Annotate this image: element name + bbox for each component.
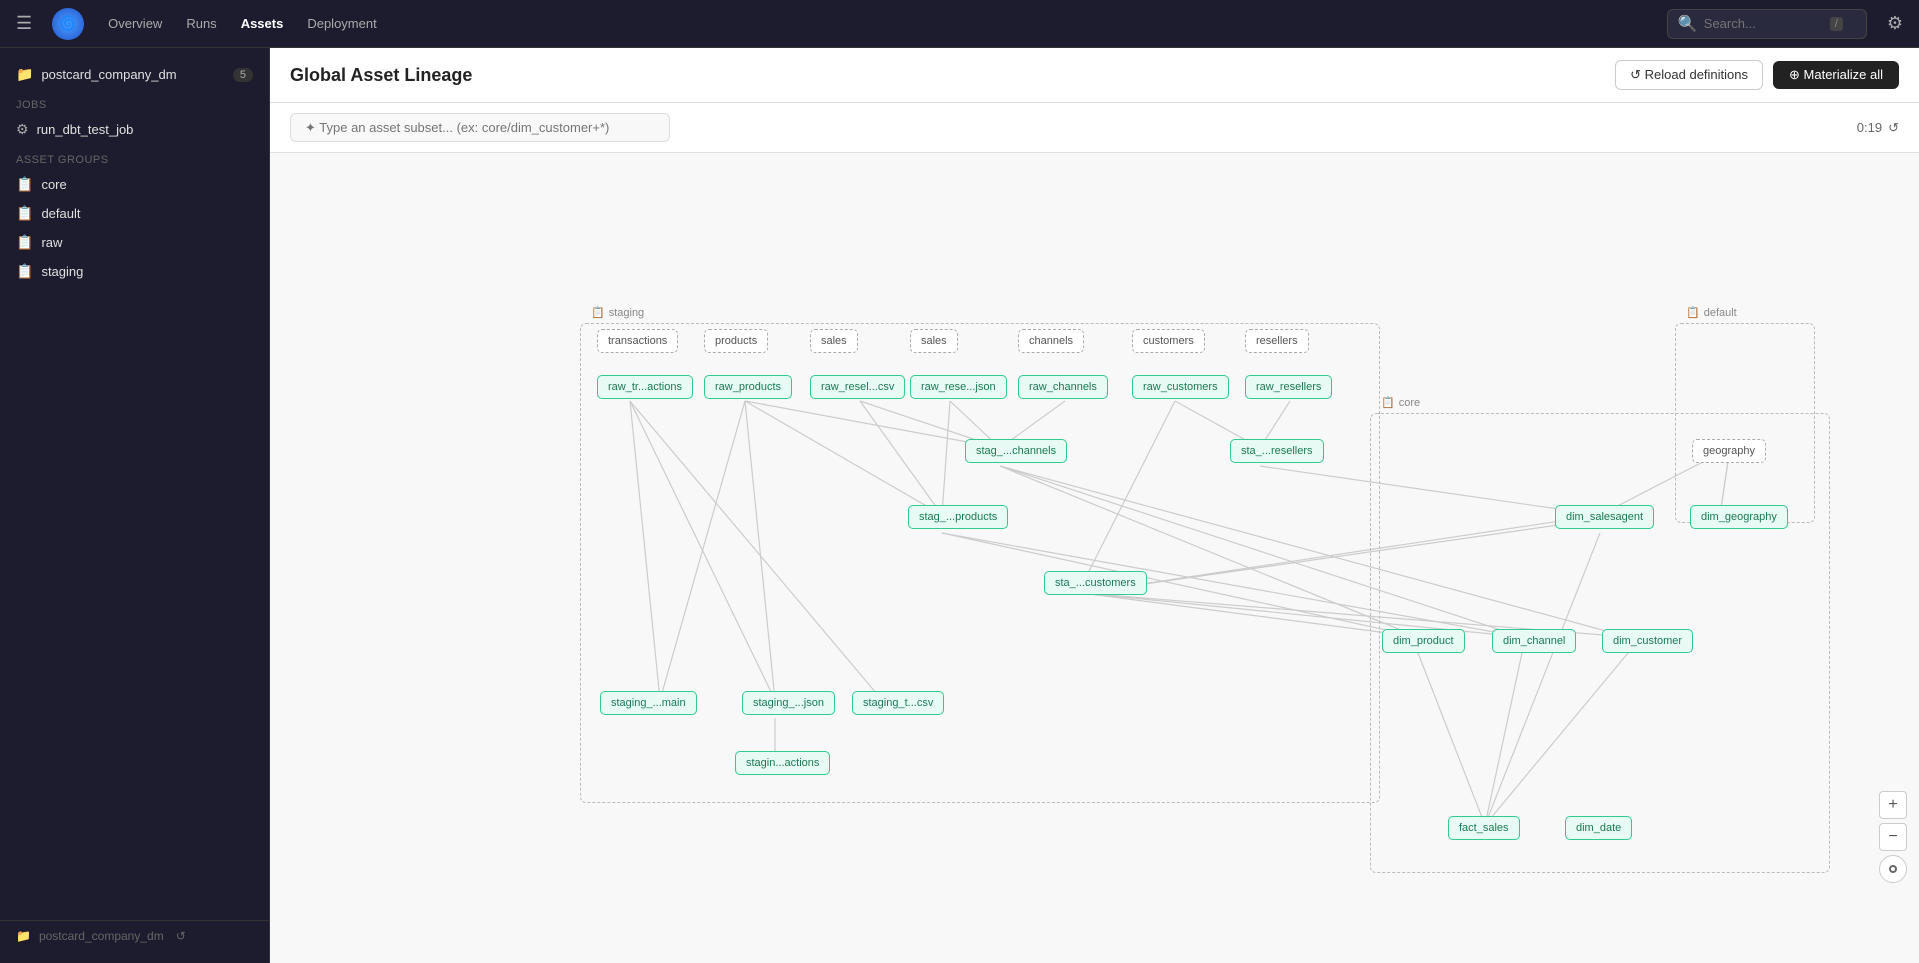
core-label: core [41,177,66,192]
sidebar-item-staging[interactable]: 📋 staging [0,257,269,286]
raw-icon: 📋 [16,234,33,251]
node-staging-json[interactable]: staging_...json [742,691,835,715]
nav-links: Overview Runs Assets Deployment [100,12,385,35]
node-fact-sales[interactable]: fact_sales [1448,816,1520,840]
content-header: Global Asset Lineage ↺ Reload definition… [270,48,1919,103]
default-group-label: 📋 default [1686,306,1737,319]
node-stagin-actions[interactable]: stagin...actions [735,751,830,775]
core-group-label: 📋 core [1381,396,1420,409]
node-geography[interactable]: geography [1692,439,1766,463]
node-resellers[interactable]: resellers [1245,329,1309,353]
node-dim-geography[interactable]: dim_geography [1690,505,1788,529]
node-products[interactable]: products [704,329,768,353]
settings-button[interactable]: ⚙ [1883,9,1907,38]
node-raw-resellers[interactable]: raw_resellers [1245,375,1332,399]
default-icon: 📋 [16,205,33,222]
sidebar-item-project[interactable]: 📁 postcard_company_dm 5 [0,60,269,89]
header-actions: ↺ Reload definitions ⊕ Materialize all [1615,60,1899,90]
timer: 0:19 ↺ [1857,120,1899,136]
staging-label: staging [41,264,83,279]
filter-input[interactable] [305,120,655,135]
zoom-dot-inner [1889,865,1897,873]
sidebar: 📁 postcard_company_dm 5 Jobs ⚙ run_dbt_t… [0,48,270,963]
job-label: run_dbt_test_job [37,122,134,137]
bottom-refresh-icon[interactable]: ↺ [176,929,186,943]
search-bar: 🔍 / [1667,9,1867,39]
sidebar-item-raw[interactable]: 📋 raw [0,228,269,257]
zoom-in-button[interactable]: + [1879,791,1907,819]
core-icon: 📋 [16,176,33,193]
sidebar-item-default[interactable]: 📋 default [0,199,269,228]
node-raw-resel-csv[interactable]: raw_resel...csv [810,375,905,399]
logo-icon: 🌀 [59,15,76,32]
project-icon: 📁 [16,66,33,83]
project-badge: 5 [233,68,253,82]
main-layout: 📁 postcard_company_dm 5 Jobs ⚙ run_dbt_t… [0,48,1919,963]
content-area: Global Asset Lineage ↺ Reload definition… [270,48,1919,963]
node-dim-product[interactable]: dim_product [1382,629,1465,653]
node-sta-customers[interactable]: sta_...customers [1044,571,1147,595]
search-kbd: / [1830,17,1843,31]
filter-bar: 0:19 ↺ [270,103,1919,153]
search-icon: 🔍 [1678,14,1698,34]
hamburger-button[interactable]: ☰ [12,9,36,38]
groups-section-label: Asset groups [0,144,269,170]
raw-label: raw [41,235,62,250]
bottom-label: postcard_company_dm [39,929,164,943]
node-dim-channel[interactable]: dim_channel [1492,629,1576,653]
node-dim-salesagent[interactable]: dim_salesagent [1555,505,1654,529]
lineage-canvas[interactable]: 📋 staging 📋 default 📋 core transactio [270,153,1919,963]
default-label: default [41,206,80,221]
reload-button[interactable]: ↺ Reload definitions [1615,60,1763,90]
job-icon: ⚙ [16,121,29,138]
materialize-button[interactable]: ⊕ Materialize all [1773,61,1899,89]
topnav: ☰ 🌀 Overview Runs Assets Deployment 🔍 / … [0,0,1919,48]
nav-assets[interactable]: Assets [233,12,292,35]
zoom-fit-button[interactable] [1879,855,1907,883]
sidebar-item-job[interactable]: ⚙ run_dbt_test_job [0,115,269,144]
filter-input-wrapper [290,113,670,142]
nav-overview[interactable]: Overview [100,12,170,35]
node-raw-transactions[interactable]: raw_tr...actions [597,375,693,399]
logo: 🌀 [52,8,84,40]
bottom-icon: 📁 [16,929,31,943]
node-staging-main[interactable]: staging_...main [600,691,697,715]
node-raw-products[interactable]: raw_products [704,375,792,399]
node-raw-customers[interactable]: raw_customers [1132,375,1229,399]
node-customers[interactable]: customers [1132,329,1205,353]
timer-value: 0:19 [1857,120,1882,135]
node-raw-channels[interactable]: raw_channels [1018,375,1108,399]
timer-refresh-icon[interactable]: ↺ [1888,120,1899,136]
node-sales1[interactable]: sales [810,329,858,353]
staging-group-label: 📋 staging [591,306,644,319]
node-dim-customer[interactable]: dim_customer [1602,629,1693,653]
search-input[interactable] [1704,16,1824,31]
zoom-out-button[interactable]: − [1879,823,1907,851]
zoom-controls: + − [1879,791,1907,883]
node-channels[interactable]: channels [1018,329,1084,353]
node-raw-rese-json[interactable]: raw_rese...json [910,375,1007,399]
node-stag-channels[interactable]: stag_...channels [965,439,1067,463]
node-stag-products[interactable]: stag_...products [908,505,1008,529]
staging-icon: 📋 [16,263,33,280]
project-label: postcard_company_dm [41,67,176,82]
sidebar-bottom: 📁 postcard_company_dm ↺ [0,920,269,951]
nav-deployment[interactable]: Deployment [299,12,384,35]
sidebar-item-core[interactable]: 📋 core [0,170,269,199]
node-dim-date[interactable]: dim_date [1565,816,1632,840]
node-sales2[interactable]: sales [910,329,958,353]
jobs-section-label: Jobs [0,89,269,115]
node-staging-t-csv[interactable]: staging_t...csv [852,691,944,715]
node-sta-resellers[interactable]: sta_...resellers [1230,439,1324,463]
nav-runs[interactable]: Runs [178,12,224,35]
node-transactions[interactable]: transactions [597,329,678,353]
page-title: Global Asset Lineage [290,65,472,86]
